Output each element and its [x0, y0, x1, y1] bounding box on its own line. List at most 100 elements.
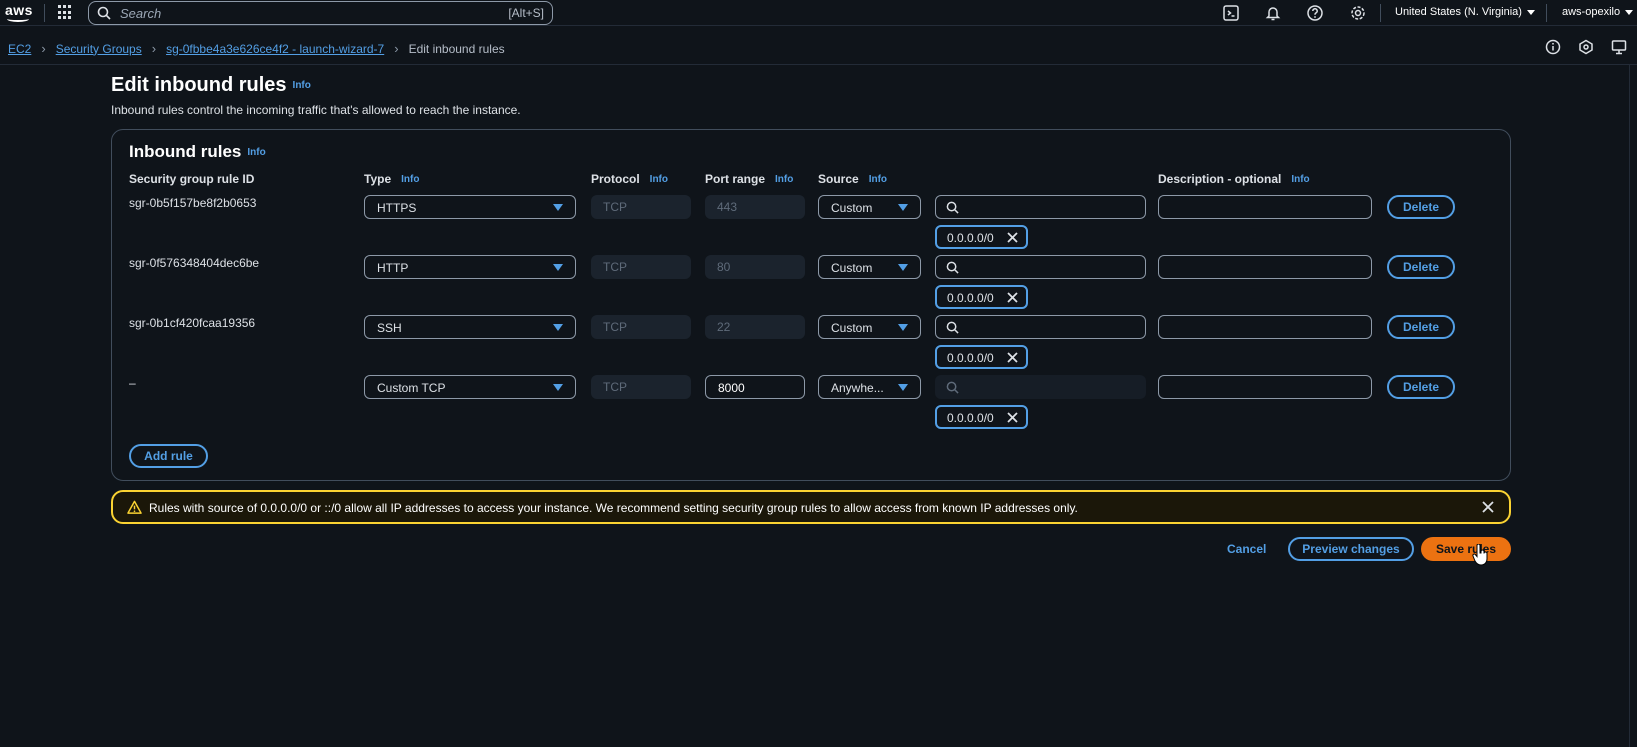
description-input[interactable]	[1158, 375, 1372, 399]
region-selector[interactable]: United States (N. Virginia)	[1395, 6, 1535, 18]
column-header-port-range: Port range Info	[705, 172, 793, 186]
breadcrumb-ec2[interactable]: EC2	[8, 42, 31, 56]
add-rule-button[interactable]: Add rule	[129, 444, 208, 468]
preview-changes-button[interactable]: Preview changes	[1288, 537, 1414, 561]
rule-id: sgr-0f576348404dec6be	[129, 256, 260, 270]
chevron-right-icon: ›	[151, 41, 157, 56]
source-select[interactable]: Custom	[818, 255, 921, 279]
cidr-search-input[interactable]	[935, 195, 1146, 219]
page-scrollbar[interactable]	[1629, 65, 1637, 747]
close-icon[interactable]	[1481, 500, 1495, 514]
type-select-value: SSH	[377, 321, 402, 335]
description-info-link[interactable]: Info	[1291, 174, 1309, 185]
breadcrumb-current: Edit inbound rules	[408, 41, 505, 56]
aws-logo[interactable]: aws	[4, 2, 34, 24]
protocol-field: TCP	[591, 255, 691, 279]
panel-title-text: Inbound rules	[129, 142, 242, 161]
chevron-right-icon: ›	[41, 41, 46, 56]
description-input[interactable]	[1158, 315, 1372, 339]
nav-divider	[1546, 4, 1547, 22]
protocol-info-link[interactable]: Info	[650, 174, 668, 185]
caret-down-icon	[553, 204, 563, 211]
source-select-value: Custom	[831, 201, 873, 215]
cidr-token: 0.0.0.0/0	[935, 285, 1028, 309]
breadcrumb-security-groups[interactable]: Security Groups	[56, 42, 142, 56]
column-header-port-label: Port range	[705, 172, 766, 186]
caret-down-icon	[1625, 9, 1634, 15]
help-icon[interactable]	[1306, 4, 1324, 22]
protocol-field: TCP	[591, 315, 691, 339]
type-select-value: HTTPS	[377, 201, 417, 215]
page-title-text: Edit inbound rules	[111, 74, 287, 96]
breadcrumb-bar: EC2 › Security Groups › sg-0fbbe4a3e626c…	[0, 31, 1637, 65]
port-info-link[interactable]: Info	[775, 174, 793, 185]
source-info-link[interactable]: Info	[869, 174, 887, 185]
source-select-value: Custom	[831, 261, 873, 275]
global-search-input[interactable]: Search [Alt+S]	[88, 1, 553, 25]
cidr-search-input	[935, 375, 1146, 399]
type-select[interactable]: SSH	[364, 315, 576, 339]
type-info-link[interactable]: Info	[401, 174, 419, 185]
type-select[interactable]: Custom TCP	[364, 375, 576, 399]
panel-info-link[interactable]: Info	[247, 147, 265, 158]
tutorial-icon[interactable]	[1578, 39, 1594, 55]
search-icon	[946, 321, 959, 334]
delete-button[interactable]: Delete	[1387, 195, 1455, 219]
rule-id: sgr-0b1cf420fcaa19356	[129, 316, 256, 330]
page-info-link[interactable]: Info	[293, 80, 311, 91]
search-shortcut: [Alt+S]	[508, 6, 544, 20]
search-icon	[946, 201, 959, 214]
caret-down-icon	[553, 264, 563, 271]
cidr-search-input[interactable]	[935, 255, 1146, 279]
page-description: Inbound rules control the incoming traff…	[111, 103, 521, 117]
delete-button[interactable]: Delete	[1387, 255, 1455, 279]
column-header-description-label: Description - optional	[1158, 172, 1282, 186]
delete-button[interactable]: Delete	[1387, 315, 1455, 339]
type-select[interactable]: HTTPS	[364, 195, 576, 219]
port-range-input[interactable]: 8000	[705, 375, 805, 399]
protocol-field: TCP	[591, 375, 691, 399]
account-menu[interactable]: aws-opexilo	[1562, 6, 1634, 18]
nav-divider	[44, 4, 45, 22]
port-range-field: 22	[705, 315, 805, 339]
source-select-value: Anywhe...	[831, 381, 884, 395]
description-input[interactable]	[1158, 255, 1372, 279]
source-select[interactable]: Anywhe...	[818, 375, 921, 399]
cidr-search-input[interactable]	[935, 315, 1146, 339]
notifications-bell-icon[interactable]	[1264, 4, 1282, 22]
feedback-icon[interactable]	[1611, 39, 1627, 55]
chevron-right-icon: ›	[394, 41, 399, 56]
warning-icon	[127, 500, 142, 514]
cancel-button[interactable]: Cancel	[1227, 542, 1266, 556]
column-header-description: Description - optional Info	[1158, 172, 1310, 186]
breadcrumb-security-group[interactable]: sg-0fbbe4a3e626ce4f2 - launch-wizard-7	[166, 42, 384, 56]
hand-cursor-icon	[1472, 544, 1488, 566]
services-grid-icon[interactable]	[58, 5, 73, 20]
source-select[interactable]: Custom	[818, 195, 921, 219]
warning-alert: Rules with source of 0.0.0.0/0 or ::/0 a…	[111, 490, 1511, 524]
page-title: Edit inbound rules Info	[111, 74, 311, 97]
close-icon[interactable]	[1007, 292, 1018, 303]
settings-gear-icon[interactable]	[1349, 4, 1367, 22]
panel-title: Inbound rules Info	[129, 142, 266, 162]
type-select-value: HTTP	[377, 261, 409, 275]
source-select[interactable]: Custom	[818, 315, 921, 339]
delete-button[interactable]: Delete	[1387, 375, 1455, 399]
cidr-token-value: 0.0.0.0/0	[947, 351, 994, 365]
search-icon	[946, 261, 959, 274]
close-icon[interactable]	[1007, 412, 1018, 423]
column-header-type: Type Info	[364, 172, 419, 186]
description-input[interactable]	[1158, 195, 1372, 219]
save-rules-button[interactable]: Save rules	[1421, 537, 1511, 561]
nav-divider	[1380, 4, 1381, 22]
search-icon	[946, 381, 959, 394]
close-icon[interactable]	[1007, 232, 1018, 243]
alert-message: Rules with source of 0.0.0.0/0 or ::/0 a…	[149, 501, 1078, 515]
info-panel-icon[interactable]	[1545, 39, 1561, 55]
aws-smile-icon	[7, 16, 29, 22]
cidr-token-value: 0.0.0.0/0	[947, 231, 994, 245]
close-icon[interactable]	[1007, 352, 1018, 363]
protocol-field: TCP	[591, 195, 691, 219]
cloudshell-icon[interactable]	[1222, 4, 1240, 22]
type-select[interactable]: HTTP	[364, 255, 576, 279]
